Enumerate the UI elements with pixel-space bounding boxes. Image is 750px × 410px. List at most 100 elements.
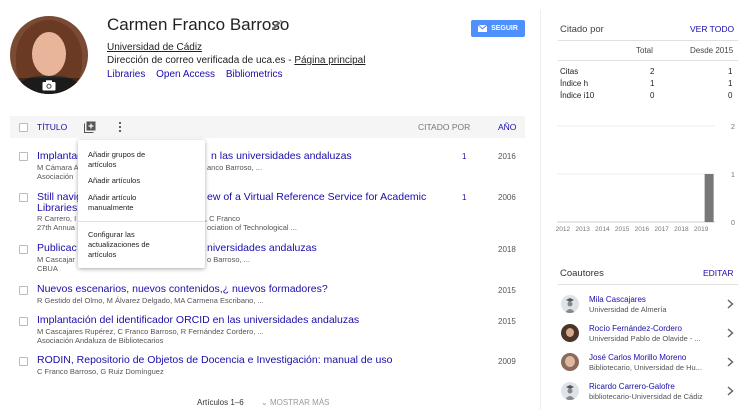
title-column-header[interactable]: TÍTULO bbox=[37, 122, 67, 132]
chart-y-tick-label: 0 bbox=[731, 220, 735, 227]
chart-x-tick-label: 2014 bbox=[595, 226, 610, 233]
chevron-right-icon[interactable] bbox=[727, 357, 734, 367]
year-column-header[interactable]: AÑO bbox=[498, 122, 516, 132]
article-title-cont[interactable]: niversidades andaluzas bbox=[207, 242, 317, 254]
avatar[interactable] bbox=[561, 353, 579, 371]
row-checkbox[interactable] bbox=[19, 317, 28, 326]
cited-by-column-header[interactable]: CITADO POR bbox=[418, 122, 470, 132]
row-checkbox[interactable] bbox=[19, 286, 28, 295]
profile-affiliation[interactable]: Universidad de Cádiz bbox=[107, 42, 202, 53]
chart-y-tick-label: 2 bbox=[731, 124, 735, 131]
article-year: 2015 bbox=[498, 317, 516, 326]
coauthors-title: Coautores bbox=[560, 268, 604, 279]
tag-bibliometrics[interactable]: Bibliometrics bbox=[226, 69, 283, 80]
article-title[interactable]: Nuevos escenarios, nuevos contenidos,¿ n… bbox=[37, 283, 328, 295]
coauthor-name[interactable]: Rocío Fernández-Cordero bbox=[589, 324, 682, 333]
follow-button[interactable]: SEGUIR bbox=[471, 20, 525, 37]
article-title-part: Implantac bbox=[37, 150, 83, 162]
tag-libraries[interactable]: Libraries bbox=[107, 69, 145, 80]
article-citations[interactable]: 1 bbox=[462, 152, 466, 161]
article-venue: Asociación Andaluza de Bibliotecarios bbox=[37, 336, 164, 345]
avatar[interactable] bbox=[561, 324, 579, 342]
article-venue: Asociación bbox=[37, 172, 74, 181]
divider bbox=[558, 40, 738, 41]
coauthor-affiliation: Bibliotecario, Universidad de Hu... bbox=[589, 363, 702, 372]
profile-name: Carmen Franco Barroso bbox=[107, 15, 290, 34]
follow-label: SEGUIR bbox=[491, 25, 518, 32]
article-title-cont[interactable]: n las universidades andaluzas bbox=[211, 150, 352, 162]
article-venue: 27th Annua bbox=[37, 223, 75, 232]
article-title[interactable]: Implantac bbox=[37, 150, 83, 162]
article-title-cont[interactable]: ew of a Virtual Reference Service for Ac… bbox=[207, 191, 426, 203]
col-since: Desde 2015 bbox=[690, 46, 734, 55]
coauthor-affiliation: Universidad de Almería bbox=[589, 305, 667, 314]
col-total: Total bbox=[636, 46, 653, 55]
citations-chart: 2 1 0 2012 2013 2014 2015 2016 2017 2018 2019 bbox=[556, 124, 735, 233]
article-year: 2015 bbox=[498, 286, 516, 295]
article-authors-cont: , C Franco bbox=[205, 214, 241, 223]
chart-x-tick-label: 2015 bbox=[615, 226, 630, 233]
mail-icon bbox=[478, 25, 488, 32]
article-citations[interactable]: 1 bbox=[462, 193, 466, 202]
coauthor-name[interactable]: Mila Cascajares bbox=[589, 295, 646, 304]
cited-by-title: Citado por bbox=[560, 24, 604, 35]
chevron-right-icon[interactable] bbox=[727, 328, 734, 338]
article-venue: CBUA bbox=[37, 264, 58, 273]
tag-open-access[interactable]: Open Access bbox=[156, 69, 215, 80]
article-authors: R Carrero, I bbox=[37, 214, 77, 223]
edit-pencil-icon[interactable] bbox=[271, 19, 283, 31]
avatar[interactable] bbox=[561, 382, 579, 400]
article-authors: R Gestido del Olmo, M Álvarez Delgado, M… bbox=[37, 296, 264, 305]
article-year: 2018 bbox=[498, 245, 516, 254]
add-article-icon[interactable] bbox=[84, 121, 96, 133]
select-all-checkbox[interactable] bbox=[19, 123, 28, 132]
profile-photo[interactable] bbox=[10, 16, 88, 94]
row-checkbox[interactable] bbox=[19, 193, 28, 202]
chevron-right-icon[interactable] bbox=[727, 386, 734, 396]
coauthor-name[interactable]: José Carlos Morillo Moreno bbox=[589, 353, 686, 362]
row-checkbox[interactable] bbox=[19, 357, 28, 366]
edit-coauthors-link[interactable]: EDITAR bbox=[703, 268, 734, 278]
article-title[interactable]: Publicac bbox=[37, 242, 77, 254]
profile-email-line: Dirección de correo verificada de uca.es… bbox=[107, 55, 365, 66]
article-title-line2[interactable]: Libraries bbox=[37, 202, 77, 214]
divider bbox=[558, 60, 738, 61]
show-more-button[interactable]: ⌄ MOSTRAR MÁS bbox=[261, 398, 330, 407]
menu-item-add-articles[interactable]: Añadir artículos bbox=[88, 176, 140, 186]
article-title[interactable]: Implantación del identificador ORCID en … bbox=[37, 314, 359, 326]
article-year: 2009 bbox=[498, 357, 516, 366]
chart-x-tick-label: 2019 bbox=[694, 226, 709, 233]
camera-icon[interactable] bbox=[42, 80, 56, 91]
user-placeholder-icon bbox=[565, 298, 575, 313]
user-placeholder-icon bbox=[565, 385, 575, 400]
metric-label: Índice i10 bbox=[560, 91, 595, 100]
coauthor-name[interactable]: Ricardo Carrero-Galofre bbox=[589, 382, 675, 391]
homepage-link[interactable]: Página principal bbox=[294, 55, 365, 66]
view-all-link[interactable]: VER TODO bbox=[690, 24, 734, 34]
article-authors: M Cascajares Rupérez, C Franco Barroso, … bbox=[37, 327, 264, 336]
coauthor-affiliation: bibliotecario-Universidad de Cádiz bbox=[589, 392, 703, 401]
menu-item-add-manually[interactable]: Añadir artículo manualmente bbox=[88, 193, 154, 213]
chevron-down-icon: ⌄ bbox=[261, 398, 270, 407]
panel-divider bbox=[540, 10, 541, 410]
row-checkbox[interactable] bbox=[19, 152, 28, 161]
more-options-icon[interactable] bbox=[116, 121, 124, 133]
chart-x-tick-label: 2013 bbox=[575, 226, 590, 233]
article-authors-cont: anco Barroso, ... bbox=[207, 163, 263, 172]
menu-separator bbox=[78, 221, 205, 222]
metric-since: 1 bbox=[728, 79, 733, 88]
chevron-right-icon[interactable] bbox=[727, 299, 734, 309]
avatar[interactable] bbox=[561, 295, 579, 313]
menu-item-add-groups[interactable]: Añadir grupos de artículos bbox=[88, 150, 163, 170]
row-checkbox[interactable] bbox=[19, 245, 28, 254]
add-articles-menu: Añadir grupos de artículos Añadir artícu… bbox=[78, 140, 205, 268]
chart-x-tick-label: 2017 bbox=[654, 226, 669, 233]
chart-bar-2019[interactable] bbox=[704, 174, 714, 222]
article-year: 2016 bbox=[498, 152, 516, 161]
menu-item-configure-updates[interactable]: Configurar las actualizaciones de artícu… bbox=[88, 230, 160, 260]
divider bbox=[558, 284, 738, 285]
show-more-label: MOSTRAR MÁS bbox=[269, 398, 330, 407]
article-title[interactable]: RODIN, Repositorio de Objetos de Docenci… bbox=[37, 354, 392, 366]
chart-x-tick-label: 2018 bbox=[674, 226, 689, 233]
chart-x-tick-label: 2016 bbox=[635, 226, 650, 233]
